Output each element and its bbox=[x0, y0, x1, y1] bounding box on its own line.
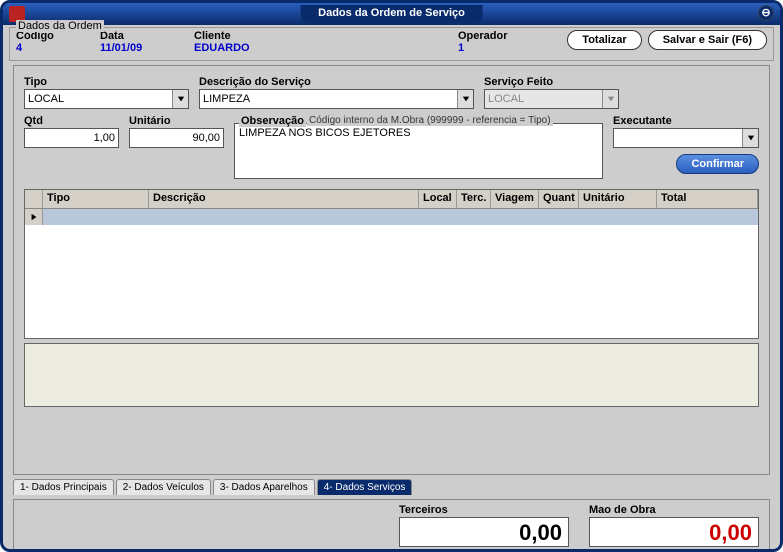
grid-corner bbox=[25, 190, 43, 208]
executante-combo[interactable] bbox=[613, 128, 759, 148]
tab-dados-aparelhos[interactable]: 3- Dados Aparelhos bbox=[213, 479, 315, 495]
qtd-label: Qtd bbox=[24, 115, 119, 127]
grid-body bbox=[25, 209, 758, 337]
terceiros-value: 0,00 bbox=[399, 517, 569, 547]
tipo-combo[interactable]: LOCAL bbox=[24, 89, 189, 109]
col-local[interactable]: Local bbox=[419, 190, 457, 208]
tab-bar: 1- Dados Principais 2- Dados Veículos 3-… bbox=[13, 479, 770, 495]
chevron-down-icon bbox=[457, 90, 473, 108]
confirmar-button[interactable]: Confirmar bbox=[676, 154, 759, 174]
mao-de-obra-value: 0,00 bbox=[589, 517, 759, 547]
grid-header: Tipo Descrição Local Terc. Viagem Quant … bbox=[25, 190, 758, 209]
titlebar: Dados da Ordem de Serviço ⊖ bbox=[3, 3, 780, 25]
servico-feito-combo: LOCAL bbox=[484, 89, 619, 109]
tab-dados-principais[interactable]: 1- Dados Principais bbox=[13, 479, 114, 495]
footer: Terceiros 0,00 Mao de Obra 0,00 bbox=[13, 499, 770, 552]
col-unitario[interactable]: Unitário bbox=[579, 190, 657, 208]
main-panel: Tipo LOCAL Descrição do Serviço LIMPEZA … bbox=[13, 65, 770, 475]
observacao-hint: Código interno da M.Obra (999999 - refer… bbox=[307, 115, 553, 126]
operador-label: Operador bbox=[458, 30, 548, 42]
unitario-label: Unitário bbox=[129, 115, 224, 127]
chevron-down-icon bbox=[742, 129, 758, 147]
cliente-value: EDUARDO bbox=[194, 42, 454, 54]
col-viagem[interactable]: Viagem bbox=[491, 190, 539, 208]
grid-row-content bbox=[43, 209, 758, 225]
window-title: Dados da Ordem de Serviço bbox=[300, 5, 483, 23]
header-legend: Dados da Ordem bbox=[16, 20, 104, 32]
row-indicator-icon bbox=[25, 209, 43, 225]
descricao-combo[interactable]: LIMPEZA bbox=[199, 89, 474, 109]
servico-feito-value: LOCAL bbox=[488, 93, 524, 105]
chevron-down-icon bbox=[602, 90, 618, 108]
col-total[interactable]: Total bbox=[657, 190, 758, 208]
codigo-value: 4 bbox=[16, 42, 96, 54]
mao-de-obra-label: Mao de Obra bbox=[589, 504, 759, 516]
observacao-box[interactable]: Observação Código interno da M.Obra (999… bbox=[234, 123, 603, 179]
maximize-button[interactable]: ⊖ bbox=[758, 5, 774, 21]
window: Dados da Ordem de Serviço ⊖ Dados da Ord… bbox=[0, 0, 783, 552]
operador-value: 1 bbox=[458, 42, 548, 54]
col-descricao[interactable]: Descrição bbox=[149, 190, 419, 208]
tab-dados-servicos[interactable]: 4- Dados Serviços bbox=[317, 479, 413, 495]
unitario-input[interactable] bbox=[129, 128, 224, 148]
qtd-input[interactable] bbox=[24, 128, 119, 148]
header-group: Dados da Ordem Código 4 Data 11/01/09 Cl… bbox=[9, 27, 774, 61]
tipo-value: LOCAL bbox=[28, 93, 64, 105]
salvar-sair-button[interactable]: Salvar e Sair (F6) bbox=[648, 30, 767, 50]
chevron-down-icon bbox=[172, 90, 188, 108]
cliente-label: Cliente bbox=[194, 30, 454, 42]
tab-dados-veiculos[interactable]: 2- Dados Veículos bbox=[116, 479, 211, 495]
terceiros-label: Terceiros bbox=[399, 504, 569, 516]
descricao-label: Descrição do Serviço bbox=[199, 76, 474, 88]
tipo-label: Tipo bbox=[24, 76, 189, 88]
services-grid[interactable]: Tipo Descrição Local Terc. Viagem Quant … bbox=[24, 189, 759, 339]
totalizar-button[interactable]: Totalizar bbox=[567, 30, 641, 50]
observacao-label: Observação bbox=[239, 115, 306, 127]
detail-pane bbox=[24, 343, 759, 407]
data-value: 11/01/09 bbox=[100, 42, 190, 54]
descricao-value: LIMPEZA bbox=[203, 93, 250, 105]
col-tipo[interactable]: Tipo bbox=[43, 190, 149, 208]
data-label: Data bbox=[100, 30, 190, 42]
executante-label: Executante bbox=[613, 115, 672, 127]
col-quant[interactable]: Quant bbox=[539, 190, 579, 208]
grid-row-selected[interactable] bbox=[25, 209, 758, 225]
servico-feito-label: Serviço Feito bbox=[484, 76, 619, 88]
col-terc[interactable]: Terc. bbox=[457, 190, 491, 208]
